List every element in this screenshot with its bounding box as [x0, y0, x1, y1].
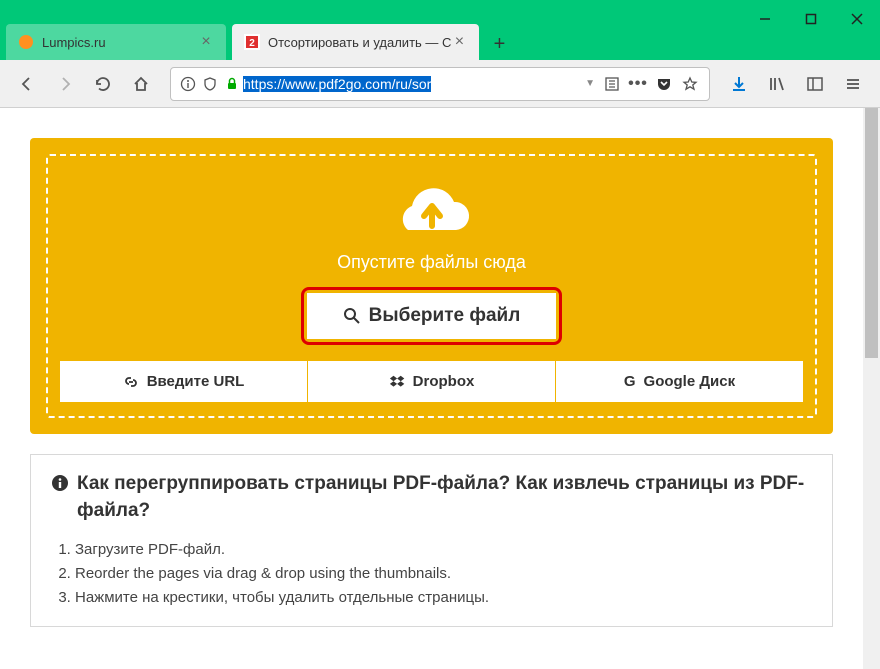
maximize-button[interactable] — [788, 0, 834, 38]
reader-icon[interactable] — [599, 76, 625, 92]
download-button[interactable] — [722, 67, 756, 101]
step-item: Reorder the pages via drag & drop using … — [75, 562, 812, 586]
svg-text:2: 2 — [249, 38, 255, 49]
url-bar[interactable]: https://www.pdf2go.com/ru/sor ▼ ••• — [170, 67, 710, 101]
choose-file-label: Выберите файл — [369, 305, 521, 327]
page-body: Опустите файлы сюда Выберите файл — [0, 108, 863, 669]
sidebar-icon[interactable] — [798, 67, 832, 101]
menu-button[interactable] — [836, 67, 870, 101]
lock-icon[interactable] — [221, 77, 243, 91]
google-drive-button[interactable]: G Google Диск — [556, 361, 803, 402]
info-panel: Как перегруппировать страницы PDF-файла?… — [30, 454, 833, 627]
home-button[interactable] — [124, 67, 158, 101]
tab-lumpics[interactable]: Lumpics.ru × — [6, 24, 226, 60]
link-icon — [123, 374, 139, 390]
orange-icon — [18, 34, 34, 50]
choose-file-button[interactable]: Выберите файл — [307, 293, 557, 339]
tab-pdf2go[interactable]: 2 Отсортировать и удалить — С × — [232, 24, 479, 60]
steps-list: Загрузите PDF-файл. Reorder the pages vi… — [75, 538, 812, 610]
tab-strip: Lumpics.ru × 2 Отсортировать и удалить —… — [0, 22, 515, 60]
drop-text: Опустите файлы сюда — [60, 252, 803, 273]
url-text: https://www.pdf2go.com/ru/sor — [243, 76, 581, 92]
tab-title: Lumpics.ru — [42, 35, 198, 50]
info-icon — [51, 474, 69, 492]
back-button[interactable] — [10, 67, 44, 101]
close-icon[interactable]: × — [198, 34, 214, 50]
search-icon — [343, 307, 361, 325]
scroll-thumb[interactable] — [865, 108, 878, 358]
content-area: Опустите файлы сюда Выберите файл — [0, 108, 880, 669]
minimize-button[interactable] — [742, 0, 788, 38]
enter-url-button[interactable]: Введите URL — [60, 361, 308, 402]
step-item: Нажмите на крестики, чтобы удалить отдел… — [75, 586, 812, 610]
upload-dropzone[interactable]: Опустите файлы сюда Выберите файл — [30, 138, 833, 434]
pocket-icon[interactable] — [651, 76, 677, 92]
cloud-upload-icon — [388, 180, 476, 244]
more-icon[interactable]: ••• — [625, 75, 651, 93]
scrollbar[interactable] — [863, 108, 880, 669]
reload-button[interactable] — [86, 67, 120, 101]
close-icon[interactable]: × — [451, 34, 467, 50]
google-icon: G — [624, 373, 636, 390]
upload-inner: Опустите файлы сюда Выберите файл — [46, 154, 817, 418]
window-controls — [742, 0, 880, 38]
forward-button[interactable] — [48, 67, 82, 101]
chevron-down-icon[interactable]: ▼ — [581, 78, 599, 89]
tab-title: Отсортировать и удалить — С — [268, 35, 451, 50]
shield-icon[interactable] — [199, 76, 221, 92]
source-row: Введите URL Dropbox G Google Диск — [60, 361, 803, 402]
close-window-button[interactable] — [834, 0, 880, 38]
browser-toolbar: https://www.pdf2go.com/ru/sor ▼ ••• — [0, 60, 880, 108]
star-icon[interactable] — [677, 76, 703, 92]
library-icon[interactable] — [760, 67, 794, 101]
info-heading: Как перегруппировать страницы PDF-файла?… — [51, 471, 812, 524]
dropbox-icon — [389, 374, 405, 390]
step-item: Загрузите PDF-файл. — [75, 538, 812, 562]
pdf2go-icon: 2 — [244, 34, 260, 50]
window-titlebar: Lumpics.ru × 2 Отсортировать и удалить —… — [0, 0, 880, 60]
info-icon[interactable] — [177, 76, 199, 92]
dropbox-button[interactable]: Dropbox — [308, 361, 556, 402]
choose-file-highlight: Выберите файл — [301, 287, 563, 345]
new-tab-button[interactable]: + — [483, 28, 515, 60]
